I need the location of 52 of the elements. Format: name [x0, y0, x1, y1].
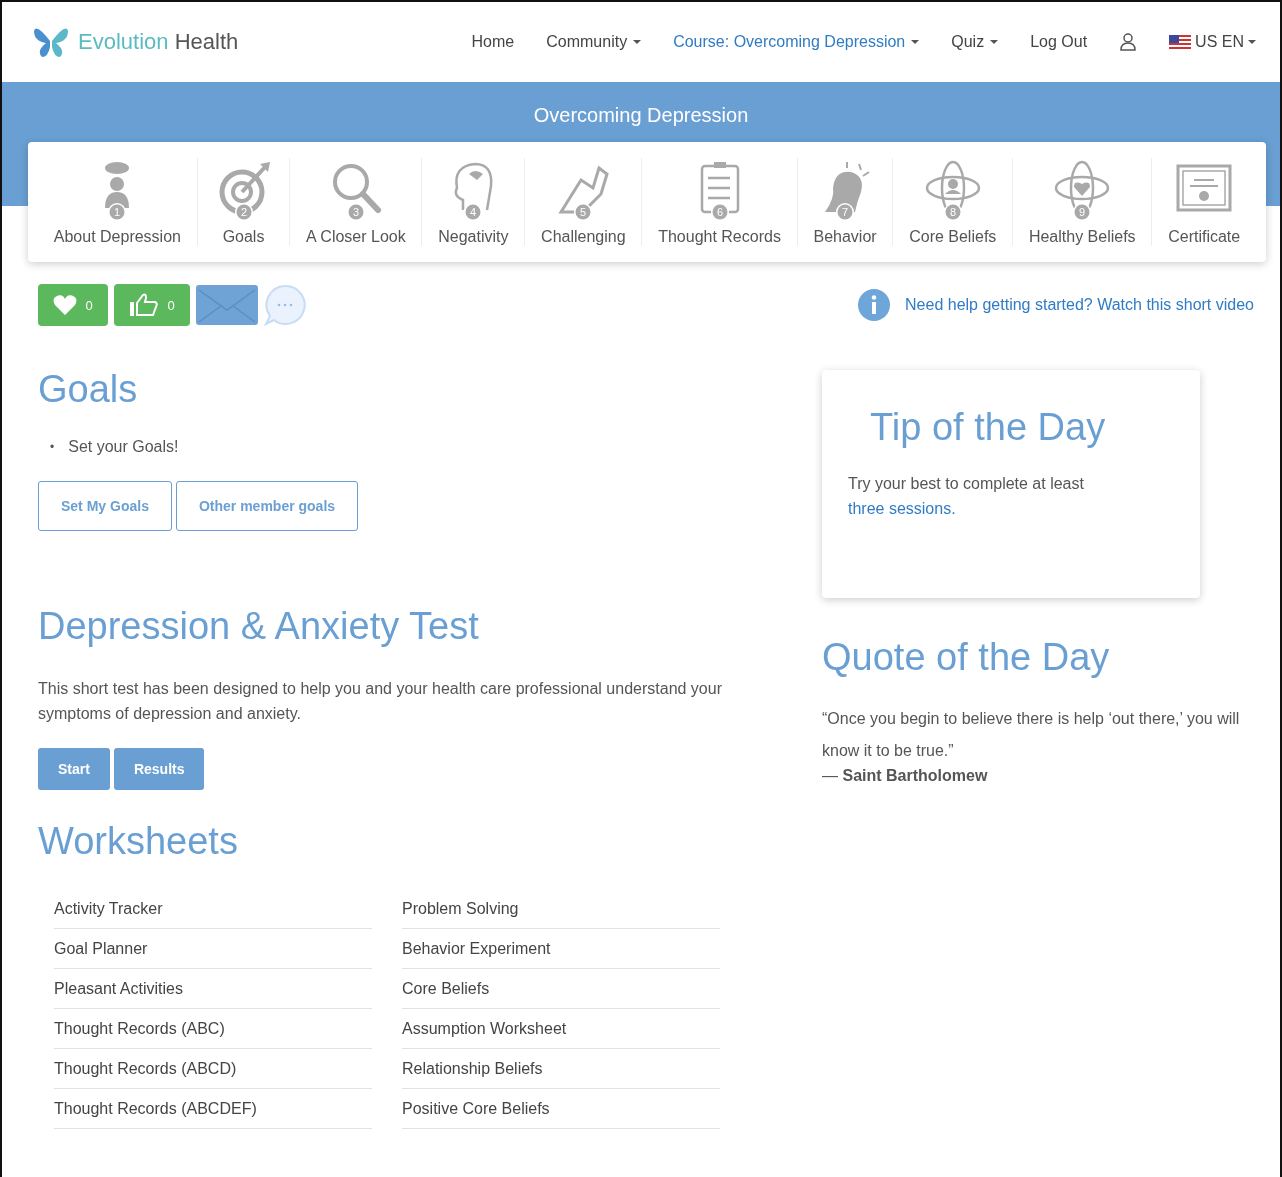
caret-icon	[1248, 40, 1256, 44]
module-tab[interactable]: 2 Goals	[196, 158, 290, 246]
module-tab[interactable]: 5 Challenging	[524, 158, 642, 246]
goal-item: Set your Goals!	[68, 437, 179, 457]
worksheet-link[interactable]: Goal Planner	[54, 929, 372, 969]
heart-icon	[53, 294, 78, 316]
nav-link[interactable]: Home	[471, 33, 515, 51]
help-video-link[interactable]: Need help getting started? Watch this short video	[857, 288, 1254, 322]
worksheet-link[interactable]: Behavior Experiment	[402, 929, 720, 969]
tip-link[interactable]: three sessions.	[848, 500, 956, 517]
envelope-icon	[197, 286, 257, 324]
test-description: This short test has been designed to help you and your health care professional understand your symptoms of depression and anxiety.	[38, 679, 723, 724]
banner-title: Overcoming Depression	[532, 104, 750, 127]
worksheet-link[interactable]: Activity Tracker	[54, 889, 372, 929]
bullet-mark: •	[50, 439, 55, 456]
module-tab[interactable]: 4 Negativity	[421, 158, 525, 246]
email-button[interactable]	[196, 285, 258, 325]
flag-icon	[1169, 35, 1192, 49]
language-selector[interactable]: US EN	[1169, 33, 1256, 51]
section-heading: Goals	[38, 368, 139, 411]
nav-link[interactable]: Quiz	[951, 33, 999, 51]
chat-bubble-icon[interactable]	[264, 284, 306, 326]
module-tab[interactable]: 3 A Closer Look	[289, 158, 422, 246]
worksheet-link[interactable]: Thought Records (ABCD)	[54, 1049, 372, 1089]
thumbs-up-icon	[129, 292, 160, 318]
module-tab[interactable]: Certificate	[1151, 158, 1256, 246]
worksheet-link[interactable]: Thought Records (ABC)	[54, 1009, 372, 1049]
worksheet-link[interactable]: Thought Records (ABCDEF)	[54, 1089, 372, 1129]
module-tab[interactable]: 8 Core Beliefs	[892, 158, 1013, 246]
quote-author: — Saint Bartholomew	[822, 767, 989, 785]
tip-title: Tip of the Day	[870, 406, 1107, 449]
section-heading: Worksheets	[38, 820, 239, 863]
worksheet-link[interactable]: Problem Solving	[402, 889, 720, 929]
module-tab[interactable]: 9 Healthy Beliefs	[1012, 158, 1152, 246]
info-icon	[857, 288, 892, 322]
brand-name: Evolution Health	[78, 29, 239, 55]
nav-link[interactable]: Log Out	[1030, 33, 1088, 51]
module-tab[interactable]: 6 Thought Records	[641, 158, 797, 246]
user-icon[interactable]	[1119, 33, 1138, 51]
worksheet-link[interactable]: Positive Core Beliefs	[402, 1089, 720, 1129]
worksheet-link[interactable]: Pleasant Activities	[54, 969, 372, 1009]
nav-link[interactable]: Community	[546, 33, 642, 51]
worksheet-link[interactable]: Relationship Beliefs	[402, 1049, 720, 1089]
quote-text: “Once you begin to believe there is help ‘out there,’ you will know it to be true.”	[822, 709, 1241, 761]
section-heading: Depression & Anxiety Test	[38, 605, 480, 648]
module-tab[interactable]: 1 About Depression	[38, 158, 197, 246]
module-tab[interactable]: 7 Behavior	[796, 158, 893, 246]
nav-link[interactable]: Course: Overcoming Depression	[673, 33, 920, 51]
worksheet-link[interactable]: Core Beliefs	[402, 969, 720, 1009]
tip-text: Try your best to complete at least three sessions.	[848, 474, 1085, 519]
worksheet-link[interactable]: Assumption Worksheet	[402, 1009, 720, 1049]
section-heading: Quote of the Day	[822, 636, 1111, 679]
